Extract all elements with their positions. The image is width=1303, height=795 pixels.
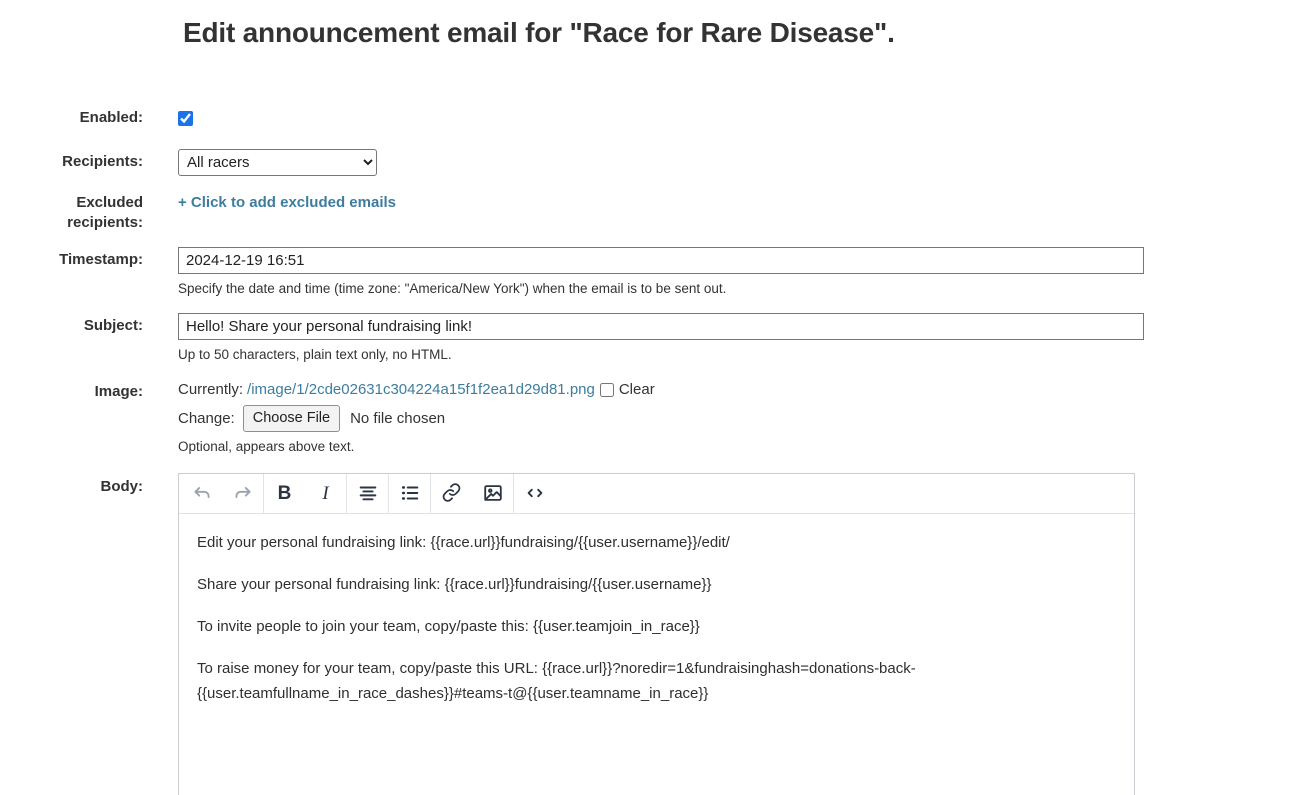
rich-text-editor: B I xyxy=(178,473,1135,795)
insert-link-button[interactable] xyxy=(431,474,472,514)
current-image-link[interactable]: /image/1/2cde02631c304224a15f1f2ea1d29d8… xyxy=(247,379,595,400)
subject-label: Subject: xyxy=(0,313,143,363)
excluded-recipients-label: Excluded recipients: xyxy=(0,190,143,233)
body-paragraph: To invite people to join your team, copy… xyxy=(197,614,1067,639)
timestamp-help-text: Specify the date and time (time zone: "A… xyxy=(178,280,1303,297)
image-change-line: Change: Choose File No file chosen xyxy=(178,405,1303,432)
body-paragraph: Edit your personal fundraising link: {{r… xyxy=(197,530,1067,555)
enabled-row: Enabled: xyxy=(0,108,1303,131)
code-view-button[interactable] xyxy=(514,474,555,514)
image-icon xyxy=(482,482,504,507)
image-help-text: Optional, appears above text. xyxy=(178,438,1303,455)
body-row: Body: xyxy=(0,473,1303,795)
recipients-select[interactable]: All racers xyxy=(178,149,377,176)
subject-help-text: Up to 50 characters, plain text only, no… xyxy=(178,346,1303,363)
undo-button[interactable] xyxy=(181,474,222,514)
body-field: B I xyxy=(178,473,1303,795)
clear-wrap: Clear xyxy=(600,379,655,400)
timestamp-label: Timestamp: xyxy=(0,247,143,297)
recipients-label: Recipients: xyxy=(0,149,143,176)
timestamp-row: Timestamp: Specify the date and time (ti… xyxy=(0,247,1303,297)
subject-field: Up to 50 characters, plain text only, no… xyxy=(178,313,1303,363)
align-center-button[interactable] xyxy=(347,474,388,514)
page-title: Edit announcement email for "Race for Ra… xyxy=(183,14,1303,52)
choose-file-button[interactable]: Choose File xyxy=(243,405,340,432)
clear-image-checkbox[interactable] xyxy=(600,383,614,397)
enabled-checkbox[interactable] xyxy=(178,111,193,126)
editor-toolbar: B I xyxy=(179,474,1134,514)
link-icon xyxy=(441,482,462,506)
enabled-field xyxy=(178,108,1303,131)
body-editor-content[interactable]: Edit your personal fundraising link: {{r… xyxy=(179,514,1134,795)
image-field: Currently: /image/1/2cde02631c304224a15f… xyxy=(178,379,1303,455)
redo-button[interactable] xyxy=(222,474,263,514)
body-paragraph: To raise money for your team, copy/paste… xyxy=(197,656,1067,706)
timestamp-input[interactable] xyxy=(178,247,1144,274)
excluded-recipients-row: Excluded recipients: + Click to add excl… xyxy=(0,190,1303,233)
file-status-text: No file chosen xyxy=(350,408,445,429)
enabled-label: Enabled: xyxy=(0,108,143,131)
add-excluded-emails-link[interactable]: + Click to add excluded emails xyxy=(178,190,396,211)
currently-label: Currently: xyxy=(178,379,243,400)
timestamp-field: Specify the date and time (time zone: "A… xyxy=(178,247,1303,297)
recipients-field: All racers xyxy=(178,149,1303,176)
insert-image-button[interactable] xyxy=(472,474,513,514)
redo-icon xyxy=(232,482,254,507)
clear-label: Clear xyxy=(619,379,655,400)
excluded-recipients-field: + Click to add excluded emails xyxy=(178,190,1303,233)
bullet-list-button[interactable] xyxy=(389,474,430,514)
announcement-email-edit-page: Edit announcement email for "Race for Ra… xyxy=(0,0,1303,795)
italic-button[interactable]: I xyxy=(305,474,346,514)
body-paragraph: Share your personal fundraising link: {{… xyxy=(197,572,1067,597)
bullet-list-icon xyxy=(399,482,421,507)
subject-row: Subject: Up to 50 characters, plain text… xyxy=(0,313,1303,363)
code-icon xyxy=(524,482,546,507)
subject-input[interactable] xyxy=(178,313,1144,340)
align-center-icon xyxy=(357,482,379,507)
image-label: Image: xyxy=(0,379,143,455)
change-label: Change: xyxy=(178,408,235,429)
image-current-line: Currently: /image/1/2cde02631c304224a15f… xyxy=(178,379,1303,400)
undo-icon xyxy=(191,482,213,507)
recipients-row: Recipients: All racers xyxy=(0,149,1303,176)
image-row: Image: Currently: /image/1/2cde02631c304… xyxy=(0,379,1303,455)
bold-button[interactable]: B xyxy=(264,474,305,514)
body-label: Body: xyxy=(0,473,143,795)
